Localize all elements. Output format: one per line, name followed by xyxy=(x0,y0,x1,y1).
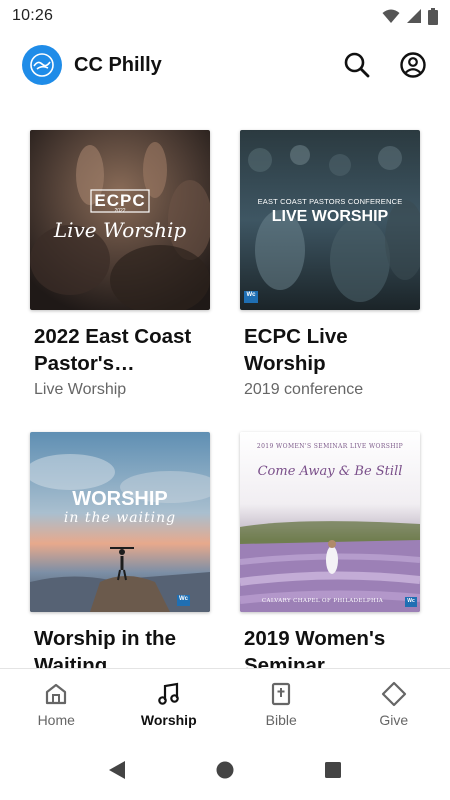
album-card[interactable]: EAST COAST PASTORS CONFERENCE LIVE WORSH… xyxy=(240,130,420,399)
artwork-mark: Wc xyxy=(407,598,415,604)
album-title: ECPC Live Worship xyxy=(244,325,348,375)
artwork-top: 2019 WOMEN'S SEMINAR LIVE WORSHIP xyxy=(256,443,404,450)
artwork-mark: Wc xyxy=(179,596,188,602)
album-card[interactable]: 2019 WOMEN'S SEMINAR LIVE WORSHIP Come A… xyxy=(240,432,420,683)
album-title: 2022 East Coast Pastor's Conference xyxy=(34,325,192,375)
diamond-icon xyxy=(381,681,406,707)
home-icon xyxy=(46,683,67,705)
artwork-year: 2022 xyxy=(114,208,126,214)
music-note-icon xyxy=(157,682,179,705)
album-artwork[interactable]: ECPC 2022 Live Worship xyxy=(30,130,210,310)
recents-icon[interactable] xyxy=(323,760,343,780)
nav-worship-label: Worship xyxy=(140,712,197,728)
status-icons xyxy=(382,7,438,25)
nav-home[interactable]: Home xyxy=(0,669,113,740)
account-icon[interactable] xyxy=(398,50,428,80)
nav-worship[interactable]: Worship xyxy=(113,669,226,740)
app-title: CC Philly xyxy=(74,53,162,76)
artwork-line1: WORSHIP xyxy=(72,488,168,510)
status-bar: 10:26 xyxy=(0,0,450,32)
album-artwork[interactable]: WORSHIP in the waiting Wc xyxy=(30,432,210,612)
artwork-mark: Wc xyxy=(246,292,256,298)
system-nav-bar xyxy=(0,740,450,800)
album-subtitle: Live Worship xyxy=(34,381,127,398)
app-bar: CC Philly xyxy=(0,32,450,98)
album-artwork[interactable]: EAST COAST PASTORS CONFERENCE LIVE WORSH… xyxy=(240,130,420,310)
artwork-line2: in the waiting xyxy=(63,510,177,526)
back-icon[interactable] xyxy=(107,759,127,781)
wifi-icon xyxy=(382,9,400,23)
bible-icon xyxy=(272,682,291,706)
signal-icon xyxy=(407,9,421,23)
artwork-line1: EAST COAST PASTORS CONFERENCE xyxy=(257,197,403,206)
artwork-bottom: CALVARY CHAPEL OF PHILADELPHIA xyxy=(261,598,384,604)
artwork-line2: LIVE WORSHIP xyxy=(271,208,389,225)
battery-icon xyxy=(428,7,438,25)
cc-logo-icon[interactable] xyxy=(22,45,62,85)
album-subtitle: 2019 conference xyxy=(244,381,364,398)
search-icon[interactable] xyxy=(342,50,372,80)
artwork-script: Come Away & Be Still xyxy=(257,464,403,479)
bottom-nav: Home Worship Bible Give xyxy=(0,668,450,740)
album-card[interactable]: ECPC 2022 Live Worship 2022 East Coast P… xyxy=(30,130,210,399)
status-time: 10:26 xyxy=(12,7,54,24)
nav-give-label: Give xyxy=(379,712,409,728)
nav-give[interactable]: Give xyxy=(338,669,450,740)
album-artwork[interactable]: 2019 WOMEN'S SEMINAR LIVE WORSHIP Come A… xyxy=(240,432,420,612)
nav-home-label: Home xyxy=(37,712,75,728)
album-card[interactable]: WORSHIP in the waiting Wc Worship in the… xyxy=(30,432,210,683)
home-circle-icon[interactable] xyxy=(215,760,235,780)
nav-bible-label: Bible xyxy=(265,712,297,728)
artwork-script: Live Worship xyxy=(53,218,187,242)
nav-bible[interactable]: Bible xyxy=(225,669,338,740)
